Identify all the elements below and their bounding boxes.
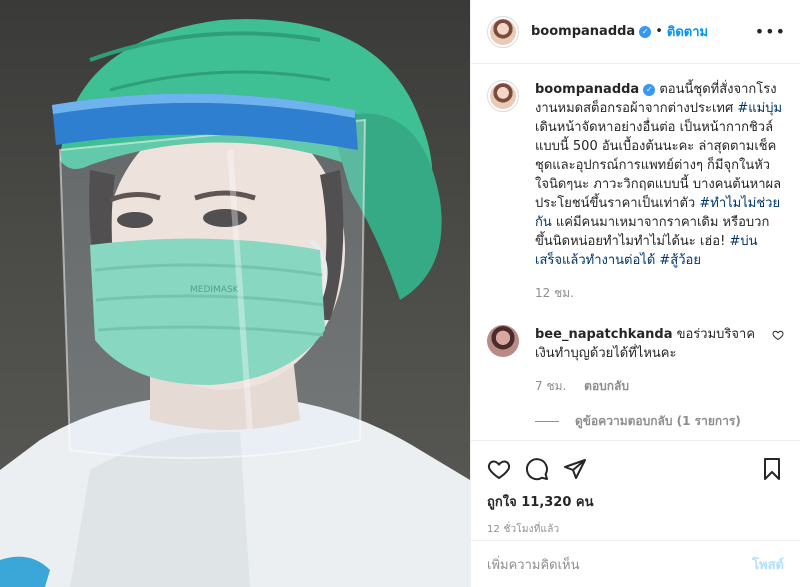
hashtag-link[interactable]: #สู้ว้อย [659,253,701,268]
post-sidebar: boompanadda ✓ • ติดตาม ••• boompanadda ✓ … [470,0,800,587]
caption-text: boompanadda ✓ ตอนนี้ชุดที่สั่งจากโรงงานหม… [535,80,784,270]
commenter-username[interactable]: bee_napatchkanda [535,327,672,342]
replies-divider [535,421,559,422]
heart-icon[interactable] [772,329,784,341]
comment-row: bee_napatchkanda ขอร่วมบริจาคเงินทำบุญด้… [487,325,784,396]
reply-button[interactable]: ตอบกลับ [584,379,629,393]
comment-text: bee_napatchkanda ขอร่วมบริจาคเงินทำบุญด้… [535,325,764,363]
like-heart-icon[interactable] [487,457,511,481]
commenter-avatar[interactable] [487,325,519,357]
likes-count[interactable]: ถูกใจ 11,320 คน [487,491,784,512]
caption-meta: 12 ชม. [535,284,784,303]
caption-time[interactable]: 12 ชม. [535,286,574,300]
photo-illustration: MEDIMASK [0,19,470,587]
post-header: boompanadda ✓ • ติดตาม ••• [471,0,800,64]
view-replies-label: ดูข้อความตอบกลับ (1 รายการ) [575,414,741,428]
add-comment-bar: เพิ่มความคิดเห็น โพสต์ [471,540,800,587]
verified-icon: ✓ [643,83,656,96]
comment-meta: 7 ชม. ตอบกลับ [535,377,764,396]
separator-dot: • [655,24,663,39]
more-options-icon[interactable]: ••• [755,22,786,41]
author-avatar[interactable] [487,15,519,48]
view-replies-button[interactable]: ดูข้อความตอบกลับ (1 รายการ) [535,412,784,431]
verified-icon: ✓ [639,25,652,38]
post-comment-button[interactable]: โพสต์ [752,554,784,575]
caption-avatar[interactable] [487,80,519,112]
caption-row: boompanadda ✓ ตอนนี้ชุดที่สั่งจากโรงงานหม… [487,80,784,303]
comments-section[interactable]: boompanadda ✓ ตอนนี้ชุดที่สั่งจากโรงงานหม… [471,64,800,436]
instagram-post: MEDIMASK boompanadda ✓ • ติดตาม ••• boom… [0,0,800,587]
comment-icon[interactable] [525,457,549,481]
follow-button[interactable]: ติดตาม [667,21,708,42]
share-icon[interactable] [563,457,587,481]
comment-time[interactable]: 7 ชม. [535,379,566,393]
post-timestamp[interactable]: 12 ชั่วโมงที่แล้ว [487,522,784,537]
add-comment-input[interactable]: เพิ่มความคิดเห็น [487,554,580,575]
caption-username[interactable]: boompanadda [535,82,639,97]
hashtag-link[interactable]: #แม่บุ่ม [737,101,782,116]
bookmark-icon[interactable] [760,457,784,481]
action-bar: ถูกใจ 11,320 คน 12 ชั่วโมงที่แล้ว [471,440,800,537]
post-photo[interactable]: MEDIMASK [0,0,470,587]
author-username[interactable]: boompanadda [531,24,635,39]
